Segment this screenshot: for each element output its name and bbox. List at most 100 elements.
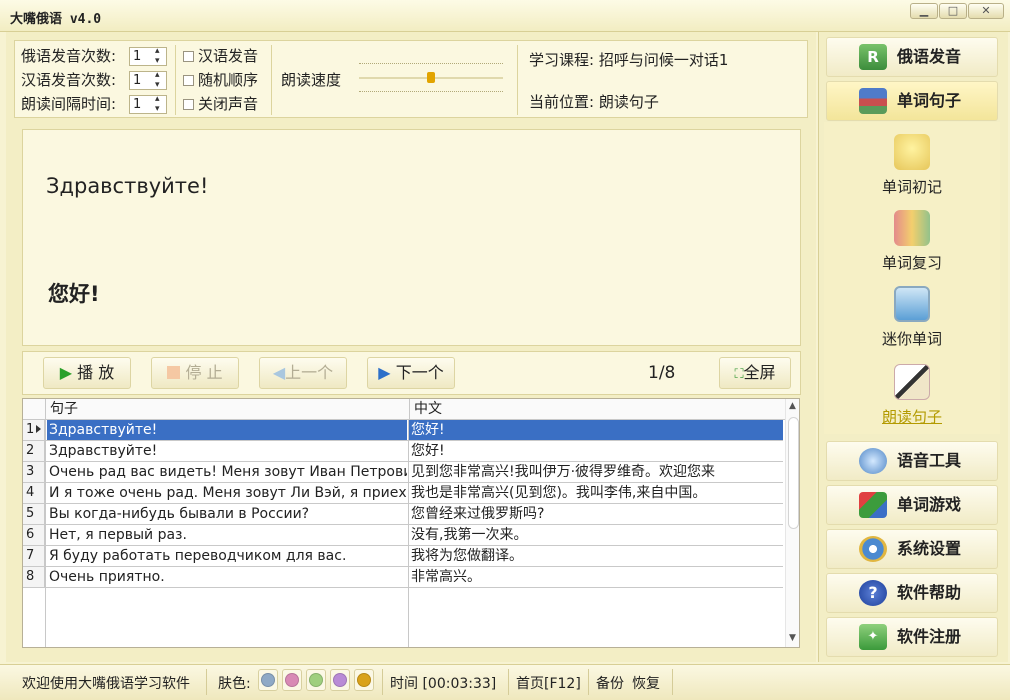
status-separator bbox=[508, 669, 509, 695]
sidebar-ru-pronunciation[interactable]: R 俄语发音 bbox=[826, 37, 998, 77]
maximize-button[interactable]: □ bbox=[939, 3, 967, 19]
table-row[interactable]: 1 Здравствуйте! 您好! bbox=[23, 420, 783, 441]
speaker-icon bbox=[859, 448, 887, 474]
interval-spinner[interactable]: 1 bbox=[129, 94, 167, 114]
column-divider bbox=[408, 420, 409, 647]
sub-menu: 单词初记 单词复习 迷你单词 朗读句子 bbox=[824, 122, 1000, 434]
scroll-up-icon[interactable]: ▲ bbox=[789, 401, 796, 411]
table-row[interactable]: 2 Здравствуйте! 您好! bbox=[23, 441, 783, 462]
checkbox-label: 随机顺序 bbox=[198, 71, 259, 89]
sentence-table: 句子 中文 1 Здравствуйте! 您好! 2 Здравствуйте! 您好!… bbox=[22, 398, 800, 648]
skin-option-1[interactable] bbox=[258, 669, 278, 691]
checkbox-box[interactable] bbox=[183, 51, 194, 62]
table-row[interactable]: 5 Вы когда-нибудь бывали в России? 您曾经来过俄罗… bbox=[23, 504, 783, 525]
skin-option-5[interactable] bbox=[354, 669, 374, 691]
open-book-pen-icon bbox=[894, 364, 930, 400]
row-russian: Здравствуйте! bbox=[47, 420, 407, 440]
blocks-icon bbox=[859, 492, 887, 518]
sidebar-voice-tools[interactable]: 语音工具 bbox=[826, 441, 998, 481]
row-number: 3 bbox=[23, 462, 45, 482]
skin-swatch bbox=[357, 673, 371, 687]
status-separator bbox=[588, 669, 589, 695]
stop-button[interactable]: 停 止 bbox=[151, 357, 239, 389]
row-chinese: 您好! bbox=[411, 443, 445, 459]
welcome-text: 欢迎使用大嘴俄语学习软件 bbox=[22, 676, 190, 692]
sub-item-label: 单词初记 bbox=[881, 178, 942, 196]
divider bbox=[517, 45, 518, 115]
sub-item-read-sentence[interactable]: 朗读句子 bbox=[824, 364, 1000, 427]
sidebar-register[interactable]: ✦ 软件注册 bbox=[826, 617, 998, 657]
table-header-sentence[interactable]: 句子 bbox=[45, 399, 409, 420]
row-russian: Вы когда-нибудь бывали в России? bbox=[49, 506, 310, 522]
sidebar-system-settings[interactable]: 系统设置 bbox=[826, 529, 998, 569]
status-separator bbox=[672, 669, 673, 695]
restore-link[interactable]: 恢复 bbox=[632, 673, 660, 693]
status-separator bbox=[206, 669, 207, 695]
ru-repeat-spinner[interactable]: 1 bbox=[129, 46, 167, 66]
row-number: 5 bbox=[23, 504, 45, 524]
skin-option-2[interactable] bbox=[282, 669, 302, 691]
checkbox-mute[interactable]: 关闭声音 bbox=[183, 93, 258, 114]
skin-option-3[interactable] bbox=[306, 669, 326, 691]
skin-option-4[interactable] bbox=[330, 669, 350, 691]
lightbulb-icon bbox=[894, 134, 930, 170]
table-row[interactable]: 3 Очень рад вас видеть! Меня зовут Иван П… bbox=[23, 462, 783, 483]
row-chinese: 没有,我第一次来。 bbox=[411, 527, 528, 543]
checkbox-cn-audio[interactable]: 汉语发音 bbox=[183, 45, 258, 66]
stop-icon bbox=[167, 366, 181, 379]
course-info: 学习课程: 招呼与问候一对话1 bbox=[529, 49, 728, 70]
sidebar-help[interactable]: ? 软件帮助 bbox=[826, 573, 998, 613]
backup-link[interactable]: 备份 bbox=[596, 673, 624, 693]
sentence-counter: 1/8 bbox=[648, 363, 676, 383]
next-button[interactable]: ▶ 下一个 bbox=[367, 357, 455, 389]
monitor-icon bbox=[894, 286, 930, 322]
row-chinese: 我将为您做翻译。 bbox=[411, 548, 523, 564]
scroll-down-icon[interactable]: ▼ bbox=[789, 633, 796, 643]
skin-label: 肤色: bbox=[218, 676, 251, 692]
sub-item-mini-words[interactable]: 迷你单词 bbox=[824, 286, 1000, 349]
cn-repeat-label: 汉语发音次数: bbox=[21, 71, 117, 89]
checkbox-box[interactable] bbox=[183, 99, 194, 110]
divider bbox=[175, 45, 176, 115]
table-row[interactable]: 7Я буду работать переводчиком для вас. 我将… bbox=[23, 546, 783, 567]
fullscreen-button[interactable]: ⛶全屏 bbox=[719, 357, 791, 389]
sidebar-label: 单词游戏 bbox=[897, 495, 962, 514]
checkbox-box[interactable] bbox=[183, 75, 194, 86]
table-header-chinese[interactable]: 中文 bbox=[409, 399, 785, 420]
row-russian: И я тоже очень рад. Меня зовут Ли Вэй, я… bbox=[49, 485, 407, 501]
next-label: 下一个 bbox=[395, 363, 444, 382]
skin-swatch bbox=[261, 673, 275, 687]
speed-slider-thumb[interactable] bbox=[427, 72, 435, 83]
previous-icon: ◀ bbox=[272, 363, 286, 382]
play-button[interactable]: ▶ 播 放 bbox=[43, 357, 131, 389]
book-stack-icon bbox=[894, 210, 930, 246]
checkbox-random[interactable]: 随机顺序 bbox=[183, 69, 258, 90]
speed-label: 朗读速度 bbox=[281, 71, 342, 89]
ru-repeat-value: 1 bbox=[133, 49, 142, 64]
interval-value: 1 bbox=[133, 97, 142, 112]
sentence-display bbox=[22, 129, 801, 346]
sidebar-word-sentence[interactable]: 单词句子 bbox=[826, 81, 998, 121]
previous-label: 上一个 bbox=[285, 363, 334, 382]
sub-item-review[interactable]: 单词复习 bbox=[824, 210, 1000, 273]
table-row[interactable]: 6 Нет, я первый раз. 没有,我第一次来。 bbox=[23, 525, 783, 546]
cn-repeat-spinner[interactable]: 1 bbox=[129, 70, 167, 90]
row-number: 4 bbox=[23, 483, 45, 503]
position-value: 朗读句子 bbox=[598, 93, 659, 111]
scroll-thumb[interactable] bbox=[788, 417, 799, 529]
previous-button[interactable]: ◀上一个 bbox=[259, 357, 347, 389]
sub-item-first-learn[interactable]: 单词初记 bbox=[824, 134, 1000, 197]
divider bbox=[271, 45, 272, 115]
vertical-scrollbar[interactable]: ▲ ▼ bbox=[785, 399, 799, 647]
table-row[interactable]: 4И я тоже очень рад. Меня зовут Ли Вэй, … bbox=[23, 483, 783, 504]
row-russian: Я буду работать переводчиком для вас. bbox=[49, 548, 347, 564]
sidebar-word-game[interactable]: 单词游戏 bbox=[826, 485, 998, 525]
home-link[interactable]: 首页[F12] bbox=[516, 673, 581, 693]
row-chinese: 见到您非常高兴!我叫伊万·彼得罗维奇。欢迎您来 bbox=[411, 464, 716, 480]
row-russian: Очень приятно. bbox=[49, 569, 165, 585]
table-row[interactable]: 8 Очень приятно. 非常高兴。 bbox=[23, 567, 783, 588]
minimize-button[interactable]: ▁ bbox=[910, 3, 938, 19]
close-button[interactable]: ✕ bbox=[968, 3, 1004, 19]
window-title: 大嘴俄语 v4.0 bbox=[10, 12, 102, 27]
course-value: 招呼与问候一对话1 bbox=[598, 51, 729, 69]
